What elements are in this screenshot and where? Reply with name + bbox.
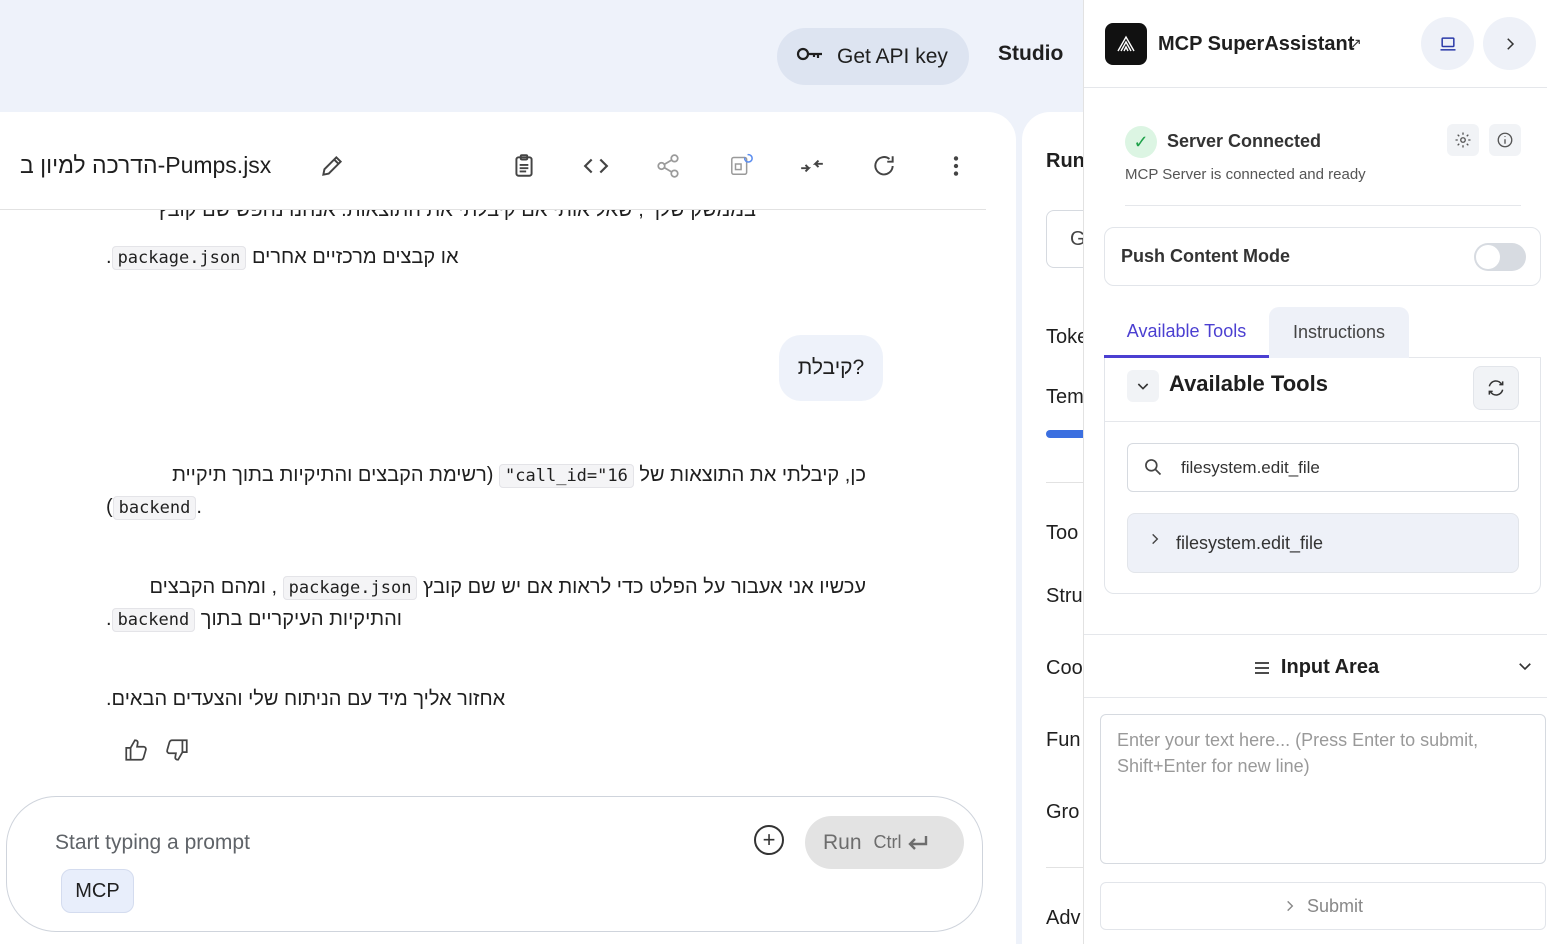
get-api-key-label: Get API key <box>837 44 948 68</box>
thumbs-down-icon[interactable] <box>163 736 191 764</box>
settings-label-advanced: Adv <box>1046 907 1081 929</box>
settings-label-structured: Stru <box>1046 585 1083 607</box>
chat-panel: הדרכה למיון ב-Pumps.jsx בממשק שלך , שאל … <box>0 112 1016 944</box>
check-icon: ✓ <box>1125 126 1157 158</box>
mcp-input-textarea[interactable] <box>1100 714 1546 864</box>
push-content-label: Push Content Mode <box>1121 246 1290 266</box>
settings-label-tokens: Toke <box>1046 326 1089 348</box>
tools-search-box: filesystem.edit_file <box>1127 443 1519 492</box>
server-status-title: Server Connected <box>1167 131 1322 151</box>
mcp-panel-title: MCP SuperAssistant <box>1158 33 1355 55</box>
more-options-icon[interactable] <box>942 152 970 180</box>
mcp-chip[interactable]: MCP <box>61 869 134 913</box>
plus-icon: + <box>762 827 776 852</box>
tools-header: Available Tools <box>1105 358 1540 422</box>
laptop-button[interactable] <box>1421 17 1474 70</box>
laptop-icon <box>1440 36 1455 51</box>
chevron-down-icon <box>1519 663 1531 671</box>
code-icon[interactable] <box>582 152 610 180</box>
run-button[interactable]: Run Ctrl <box>805 816 964 869</box>
submit-button[interactable]: Submit <box>1100 882 1546 930</box>
settings-label-function: Fun <box>1046 729 1081 751</box>
settings-label-code: Coo <box>1046 657 1083 679</box>
add-attachment-button[interactable]: + <box>754 825 784 855</box>
message-2-line-2: (backend. <box>106 496 202 520</box>
chat-header: הדרכה למיון ב-Pumps.jsx <box>0 112 986 210</box>
settings-label-grounding: Gro <box>1046 801 1080 823</box>
chevron-right-icon <box>1287 900 1294 912</box>
gear-icon <box>1455 132 1471 148</box>
run-label: Run <box>823 830 862 854</box>
run-shortcut: Ctrl <box>874 832 930 853</box>
submit-label: Submit <box>1306 895 1364 916</box>
mcp-panel-header: MCP SuperAssistant ↗ <box>1084 0 1547 88</box>
available-tools-card: Available Tools filesystem.edit_file fil… <box>1104 358 1541 594</box>
settings-button[interactable] <box>1447 124 1479 156</box>
input-area-header[interactable]: Input Area <box>1084 634 1547 698</box>
message-2-line-1: כן, קיבלתי את התוצאות של call_id="16" (ר… <box>172 464 866 488</box>
message-1-line-2: או קבצים מרכזיים אחרים package.json. <box>106 246 459 270</box>
tools-search-input[interactable]: filesystem.edit_file <box>1181 458 1320 478</box>
refresh-icon[interactable] <box>870 152 898 180</box>
external-link-icon[interactable]: ↗ <box>1350 35 1362 52</box>
menu-lines-icon <box>1254 661 1269 674</box>
settings-label-tools: Too <box>1046 522 1079 544</box>
tool-item[interactable]: filesystem.edit_file <box>1127 513 1519 573</box>
code-package-json-2: package.json <box>282 576 418 600</box>
code-package-json: package.json <box>111 246 247 270</box>
message-line-cut: בממשק שלך , שאל אותי אם קיבלתי את התוצאו… <box>157 210 757 221</box>
get-api-key-button[interactable]: Get API key <box>777 28 969 85</box>
input-area-title: Input Area <box>1084 656 1547 679</box>
message-4: אחזור אליך מיד עם הניתוח שלי והצעדים הבא… <box>106 688 506 710</box>
mcp-tabs: Available Tools Instructions <box>1104 307 1541 358</box>
clipboard-icon[interactable] <box>510 152 538 180</box>
tab-instructions[interactable]: Instructions <box>1269 307 1409 358</box>
edit-title-icon[interactable] <box>318 152 346 180</box>
studio-link[interactable]: Studio <box>998 42 1063 66</box>
user-message-bubble: קיבלת? <box>779 335 883 401</box>
prompt-input[interactable]: Start typing a prompt <box>55 831 250 855</box>
chat-title: הדרכה למיון ב-Pumps.jsx <box>20 152 272 178</box>
server-status-subtitle: MCP Server is connected and ready <box>1125 166 1366 183</box>
code-backend-2: backend <box>111 608 196 632</box>
status-divider <box>1125 205 1521 206</box>
share-icon[interactable] <box>654 152 682 180</box>
mcp-logo <box>1105 23 1147 65</box>
save-sync-icon[interactable] <box>726 148 758 180</box>
settings-label-run: Run <box>1046 150 1085 172</box>
collapse-icon[interactable] <box>798 152 826 180</box>
enter-key-icon <box>907 835 927 850</box>
search-icon <box>1145 459 1162 476</box>
code-call-id: call_id="16" <box>499 464 634 488</box>
settings-label-temperature: Tem <box>1046 386 1084 408</box>
chevron-right-icon <box>1506 37 1514 50</box>
key-icon <box>795 39 825 75</box>
message-3-line-1: עכשיו אני אעבור על הפלט כדי לראות אם יש … <box>149 576 866 600</box>
tab-available-tools[interactable]: Available Tools <box>1104 307 1269 358</box>
push-content-card: Push Content Mode <box>1104 227 1541 286</box>
message-3-line-2: והתיקיות העיקריים בתוך backend. <box>106 608 402 632</box>
info-button[interactable] <box>1489 124 1521 156</box>
prompt-box: Start typing a prompt + Run Ctrl MCP <box>6 796 983 932</box>
tools-header-title: Available Tools <box>1169 371 1328 396</box>
code-backend: backend <box>112 496 197 520</box>
collapse-panel-button[interactable] <box>1483 17 1536 70</box>
chevron-down-icon[interactable] <box>1127 370 1159 402</box>
refresh-icon <box>1488 380 1504 396</box>
thumbs-up-icon[interactable] <box>122 736 150 764</box>
tool-item-name: filesystem.edit_file <box>1176 533 1324 553</box>
push-content-toggle[interactable] <box>1474 243 1526 271</box>
mcp-side-panel: MCP SuperAssistant ↗ ✓ Server Connected … <box>1083 0 1547 944</box>
chevron-right-icon <box>1148 532 1162 551</box>
info-icon <box>1497 132 1513 148</box>
refresh-tools-button[interactable] <box>1473 366 1519 410</box>
